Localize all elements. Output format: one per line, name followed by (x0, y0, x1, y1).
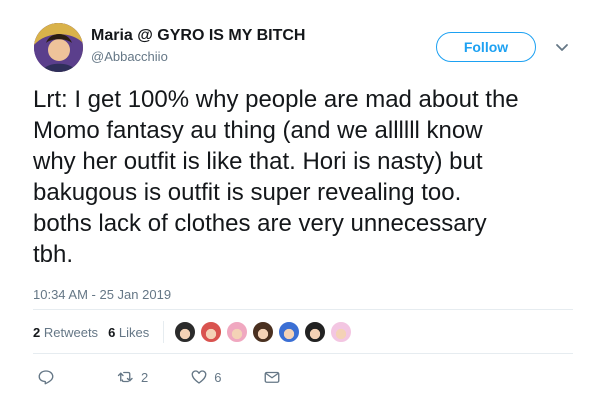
retweets-label: Retweets (43, 324, 99, 340)
liker-avatar-6[interactable] (304, 321, 327, 343)
liker-avatar-5[interactable] (278, 321, 301, 343)
stats-divider (163, 321, 165, 343)
retweet-icon (117, 368, 135, 386)
user-handle[interactable]: @Abbacchiio (91, 49, 168, 64)
user-display-name[interactable]: Maria @ GYRO IS MY BITCH (91, 27, 305, 45)
follow-button-label: Follow (463, 39, 509, 55)
tweet-card: Maria @ GYRO IS MY BITCH @Abbacchiio Fol… (0, 0, 600, 405)
tweet-timestamp[interactable]: 10:34 AM - 25 Jan 2019 (33, 287, 171, 302)
likes-stat[interactable]: 6 Likes (108, 325, 149, 340)
likes-count: 6 (108, 324, 116, 340)
follow-button[interactable]: Follow (436, 32, 536, 62)
chevron-down-icon[interactable] (555, 40, 569, 54)
liker-avatar-3[interactable] (226, 321, 249, 343)
retweets-count: 2 (33, 324, 41, 340)
reply-button[interactable] (37, 368, 55, 386)
divider (33, 309, 573, 310)
tweet-text: Lrt: I get 100% why people are mad about… (33, 86, 519, 268)
tweet-stats: 2 Retweets 6 Likes (33, 321, 356, 343)
liker-avatar-4[interactable] (252, 321, 275, 343)
like-count: 6 (214, 369, 222, 385)
liker-avatar-7[interactable] (330, 321, 353, 343)
retweet-count: 2 (141, 369, 149, 385)
retweet-button[interactable]: 2 (117, 368, 148, 386)
envelope-icon (263, 368, 281, 386)
direct-message-button[interactable] (263, 368, 281, 386)
liker-avatar-2[interactable] (200, 321, 223, 343)
divider (33, 353, 573, 354)
like-button[interactable]: 6 (190, 368, 221, 386)
heart-icon (190, 368, 208, 386)
user-avatar[interactable] (34, 23, 83, 72)
liker-avatar-1[interactable] (174, 321, 197, 343)
liker-avatars (174, 321, 356, 343)
likes-label: Likes (118, 324, 150, 340)
tweet-actions: 2 6 (37, 366, 281, 388)
retweets-stat[interactable]: 2 Retweets (33, 325, 98, 340)
reply-icon (37, 368, 55, 386)
